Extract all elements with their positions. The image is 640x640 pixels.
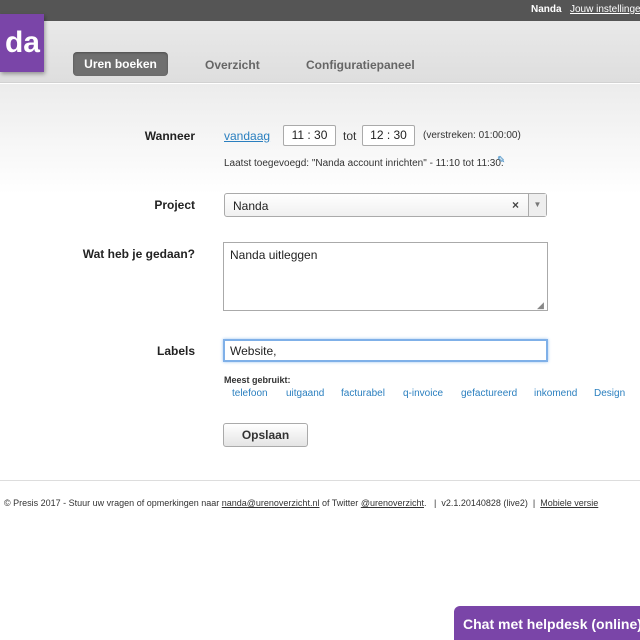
most-used-label: Meest gebruikt: bbox=[224, 375, 291, 385]
edit-pencil-icon[interactable]: ✎ bbox=[497, 155, 505, 166]
tag-link[interactable]: Design bbox=[594, 388, 625, 399]
header: Uren boeken Overzicht Configuratiepaneel bbox=[0, 21, 640, 83]
elapsed-text: (verstreken: 01:00:00) bbox=[423, 130, 521, 141]
chat-helpdesk-button[interactable]: Chat met helpdesk (online) bbox=[454, 606, 640, 640]
today-link[interactable]: vandaag bbox=[224, 129, 270, 143]
project-label: Project bbox=[154, 198, 195, 212]
top-bar: Nanda Jouw instellingen bbox=[0, 0, 640, 21]
user-name: Nanda bbox=[531, 4, 562, 15]
tag-link[interactable]: gefactureerd bbox=[461, 388, 517, 399]
labels-input[interactable]: Website, bbox=[223, 339, 548, 362]
project-select[interactable]: Nanda × ▼ bbox=[224, 193, 547, 217]
footer-text: © Presis 2017 - Stuur uw vragen of opmer… bbox=[4, 498, 598, 508]
tag-link[interactable]: uitgaand bbox=[286, 388, 324, 399]
chevron-down-icon[interactable]: ▼ bbox=[528, 194, 546, 216]
to-text: tot bbox=[343, 129, 357, 143]
when-label: Wanneer bbox=[144, 129, 195, 143]
logo[interactable]: da bbox=[0, 14, 44, 72]
tag-link[interactable]: inkomend bbox=[534, 388, 577, 399]
last-added-text: Laatst toegevoegd: "Nanda account inrich… bbox=[224, 158, 504, 169]
logo-text: da bbox=[4, 26, 40, 59]
footer-version: . | v2.1.20140828 (live2) | bbox=[423, 498, 541, 508]
start-time-input[interactable]: 11 : 30 bbox=[283, 125, 336, 146]
end-time-input[interactable]: 12 : 30 bbox=[362, 125, 415, 146]
tag-link[interactable]: telefoon bbox=[232, 388, 268, 399]
description-textarea[interactable]: Nanda uitleggen bbox=[223, 242, 548, 311]
footer-twitter-text: of Twitter bbox=[319, 498, 361, 508]
resize-grip-icon[interactable]: ◢ bbox=[537, 300, 544, 311]
save-button[interactable]: Opslaan bbox=[223, 423, 308, 447]
tab-configuratiepaneel[interactable]: Configuratiepaneel bbox=[306, 58, 415, 72]
email-link[interactable]: nanda@urenoverzicht.nl bbox=[222, 498, 320, 508]
tab-overzicht[interactable]: Overzicht bbox=[205, 58, 260, 72]
twitter-link[interactable]: @urenoverzicht bbox=[361, 498, 424, 508]
footer: © Presis 2017 - Stuur uw vragen of opmer… bbox=[0, 480, 640, 526]
labels-label: Labels bbox=[156, 344, 195, 358]
mobile-version-link[interactable]: Mobiele versie bbox=[540, 498, 598, 508]
tag-link[interactable]: facturabel bbox=[341, 388, 385, 399]
settings-link[interactable]: Jouw instellingen bbox=[570, 4, 640, 15]
clear-icon[interactable]: × bbox=[512, 198, 519, 212]
done-label: Wat heb je gedaan? bbox=[82, 247, 195, 261]
tab-uren-boeken[interactable]: Uren boeken bbox=[73, 52, 168, 76]
footer-copyright: © Presis 2017 - Stuur uw vragen of opmer… bbox=[4, 498, 222, 508]
tag-link[interactable]: q-invoice bbox=[403, 388, 443, 399]
project-value: Nanda bbox=[233, 199, 269, 213]
